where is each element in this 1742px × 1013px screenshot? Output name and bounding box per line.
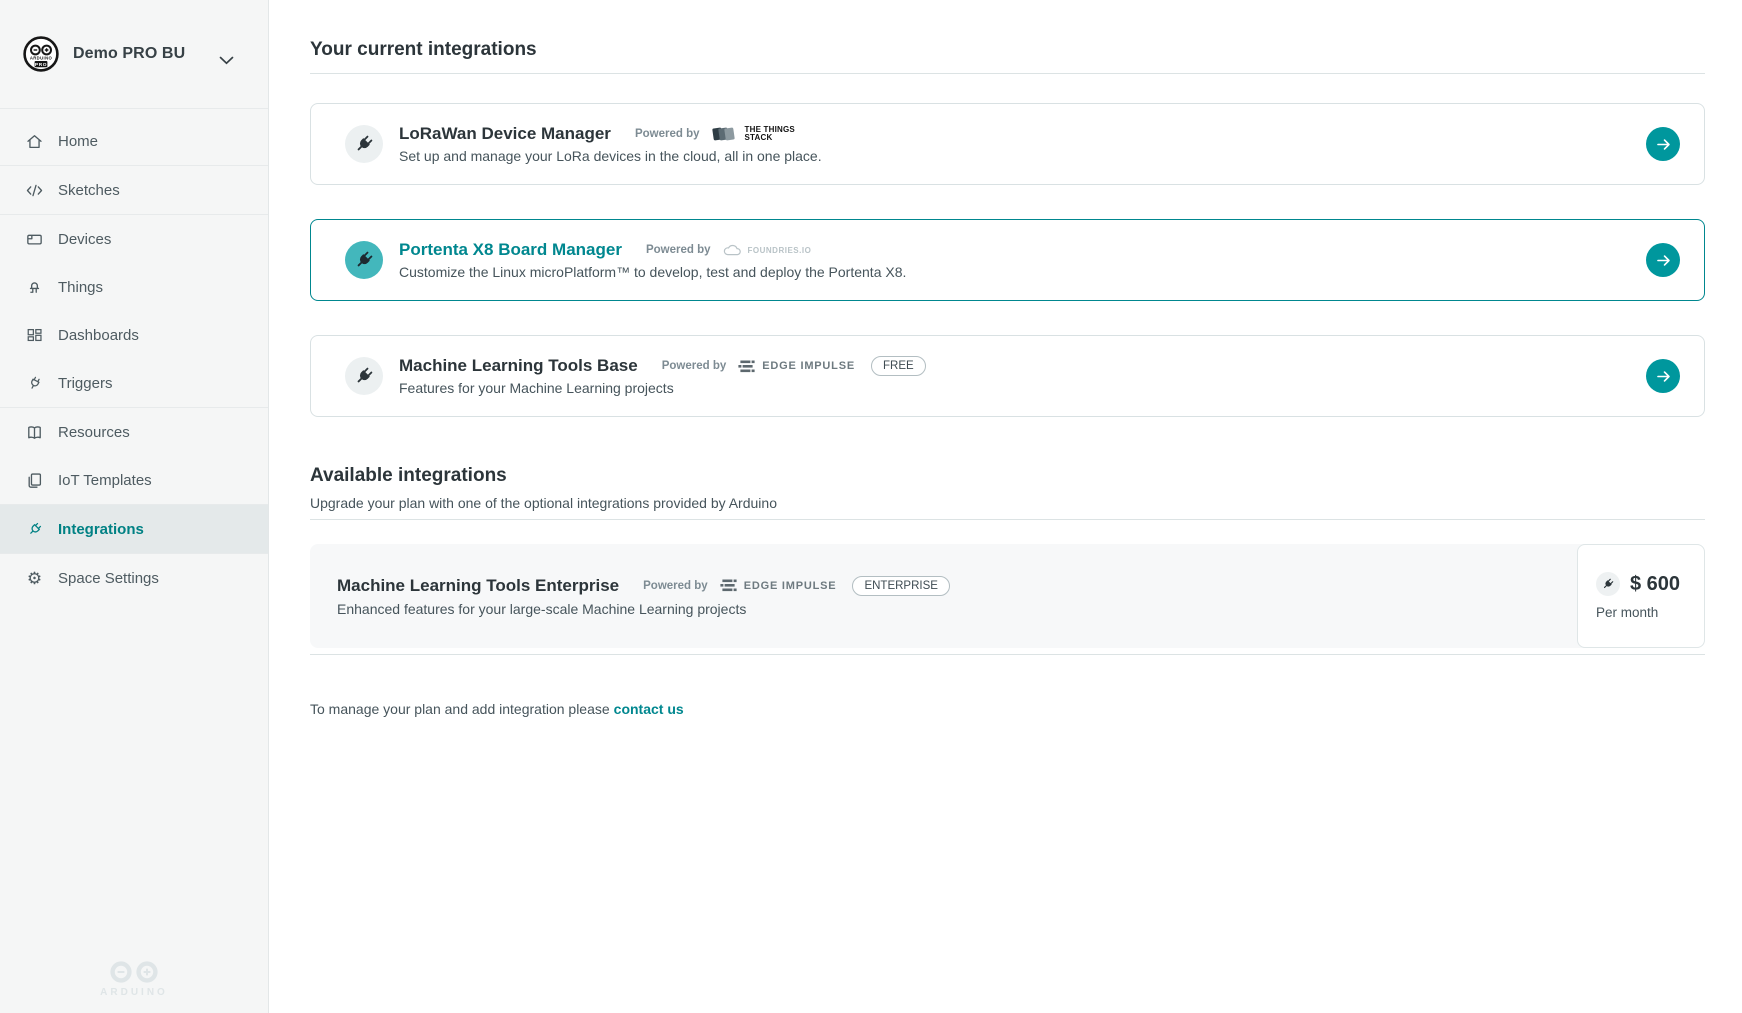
svg-text:PRO: PRO <box>35 62 47 68</box>
available-integrations-title: Available integrations <box>310 463 1705 489</box>
arduino-watermark: ARDUINO <box>0 960 268 998</box>
sidebar-item-integrations[interactable]: Integrations <box>0 505 268 553</box>
sidebar-item-label: IoT Templates <box>58 472 152 489</box>
pages-icon <box>25 471 44 490</box>
integration-card-portenta-x8[interactable]: Portenta X8 Board Manager Powered by FOU… <box>310 219 1705 301</box>
powered-by-label: Powered by <box>646 244 711 256</box>
price-period: Per month <box>1596 605 1704 620</box>
workspace-name: Demo PRO BU <box>73 45 185 63</box>
sidebar-item-iot-templates[interactable]: IoT Templates <box>0 456 268 504</box>
arrow-right-icon <box>1655 368 1672 385</box>
foundries-logo: FOUNDRIES.IO <box>723 244 812 256</box>
sidebar-item-devices[interactable]: Devices <box>0 215 268 263</box>
price-value: $ 600 <box>1630 573 1680 596</box>
arduino-cloud-app: ARDUINO PRO Demo PRO BU Home <box>0 0 1742 1013</box>
sidebar-item-space-settings[interactable]: ⚙ Space Settings <box>0 554 268 602</box>
home-icon <box>25 132 44 151</box>
code-icon <box>25 181 44 200</box>
integration-description: Customize the Linux microPlatform™ to de… <box>399 264 906 280</box>
sidebar-item-triggers[interactable]: Triggers <box>0 359 268 407</box>
the-things-stack-logo: THE THINGS STACK <box>712 125 795 143</box>
sidebar-item-label: Home <box>58 133 98 150</box>
section-divider <box>310 654 1705 655</box>
integration-card-lorawan[interactable]: LoRaWan Device Manager Powered by THE TH… <box>310 103 1705 185</box>
section-divider <box>310 73 1705 74</box>
arduino-pro-logo-icon: ARDUINO PRO <box>23 36 59 72</box>
manage-plan-text: To manage your plan and add integration … <box>310 701 610 717</box>
sidebar-item-home[interactable]: Home <box>0 117 268 165</box>
integration-title: Portenta X8 Board Manager <box>399 240 622 260</box>
sidebar-item-label: Devices <box>58 231 111 248</box>
plug-icon <box>345 125 383 163</box>
sidebar: ARDUINO PRO Demo PRO BU Home <box>0 0 269 1013</box>
powered-by-label: Powered by <box>643 580 708 592</box>
integrations-page: Your current integrations LoRaWan Device… <box>269 0 1742 1013</box>
partner-name: FOUNDRIES.IO <box>748 246 812 255</box>
powered-by-label: Powered by <box>662 360 727 372</box>
plug-icon <box>345 241 383 279</box>
contact-us-link[interactable]: contact us <box>614 701 684 717</box>
partner-name-line2: STACK <box>745 134 795 143</box>
edge-impulse-icon <box>720 579 737 592</box>
plan-badge: ENTERPRISE <box>852 576 950 596</box>
sidebar-item-resources[interactable]: Resources <box>0 408 268 456</box>
board-icon <box>25 230 44 249</box>
integration-title: Machine Learning Tools Enterprise <box>337 576 619 596</box>
workspace-switcher[interactable]: ARDUINO PRO Demo PRO BU <box>0 0 268 108</box>
integration-description: Enhanced features for your large-scale M… <box>337 601 1555 617</box>
integration-description: Features for your Machine Learning proje… <box>399 380 926 396</box>
edge-impulse-logo: EDGE IMPULSE <box>720 579 837 592</box>
edge-impulse-logo: EDGE IMPULSE <box>738 360 855 373</box>
plan-badge: FREE <box>871 356 926 376</box>
partner-name: EDGE IMPULSE <box>744 580 837 592</box>
arrow-right-icon <box>1655 252 1672 269</box>
integration-title: Machine Learning Tools Base <box>399 356 638 376</box>
sidebar-item-label: Integrations <box>58 521 144 538</box>
available-integrations-subtitle: Upgrade your plan with one of the option… <box>310 494 1705 512</box>
sidebar-item-sketches[interactable]: Sketches <box>0 166 268 214</box>
sidebar-item-label: Triggers <box>58 375 112 392</box>
current-integrations-title: Your current integrations <box>310 37 1705 63</box>
trigger-plug-icon <box>25 374 44 393</box>
sidebar-item-label: Things <box>58 279 103 296</box>
integration-plug-icon <box>25 520 44 539</box>
svg-text:ARDUINO: ARDUINO <box>30 55 53 60</box>
sidebar-item-label: Space Settings <box>58 570 159 587</box>
chevron-down-icon <box>219 52 234 70</box>
grid-icon <box>25 326 44 345</box>
book-icon <box>25 423 44 442</box>
open-integration-button[interactable] <box>1646 359 1680 393</box>
integration-card-ml-tools-base[interactable]: Machine Learning Tools Base Powered by E… <box>310 335 1705 417</box>
arduino-watermark-text: ARDUINO <box>100 987 168 998</box>
led-icon <box>25 278 44 297</box>
arduino-infinity-icon <box>106 960 162 984</box>
sidebar-menu: Home Sketches Devices Things <box>0 109 268 602</box>
edge-impulse-icon <box>738 360 755 373</box>
things-stack-icon <box>712 125 738 143</box>
plug-icon <box>345 357 383 395</box>
open-integration-button[interactable] <box>1646 243 1680 277</box>
manage-plan-note: To manage your plan and add integration … <box>310 701 1705 717</box>
plug-icon <box>1596 572 1620 596</box>
sidebar-item-things[interactable]: Things <box>0 263 268 311</box>
integration-description: Set up and manage your LoRa devices in t… <box>399 148 822 164</box>
gear-icon: ⚙ <box>25 569 44 588</box>
price-panel: $ 600 Per month <box>1577 544 1705 648</box>
integration-card-ml-tools-enterprise: Machine Learning Tools Enterprise Powere… <box>310 544 1705 648</box>
sidebar-item-dashboards[interactable]: Dashboards <box>0 311 268 359</box>
partner-name: EDGE IMPULSE <box>762 360 855 372</box>
sidebar-item-label: Resources <box>58 424 130 441</box>
powered-by-label: Powered by <box>635 128 700 140</box>
arrow-right-icon <box>1655 136 1672 153</box>
integration-title: LoRaWan Device Manager <box>399 124 611 144</box>
sidebar-item-label: Sketches <box>58 182 120 199</box>
section-divider <box>310 519 1705 520</box>
cloud-icon <box>723 244 741 256</box>
open-integration-button[interactable] <box>1646 127 1680 161</box>
sidebar-item-label: Dashboards <box>58 327 139 344</box>
